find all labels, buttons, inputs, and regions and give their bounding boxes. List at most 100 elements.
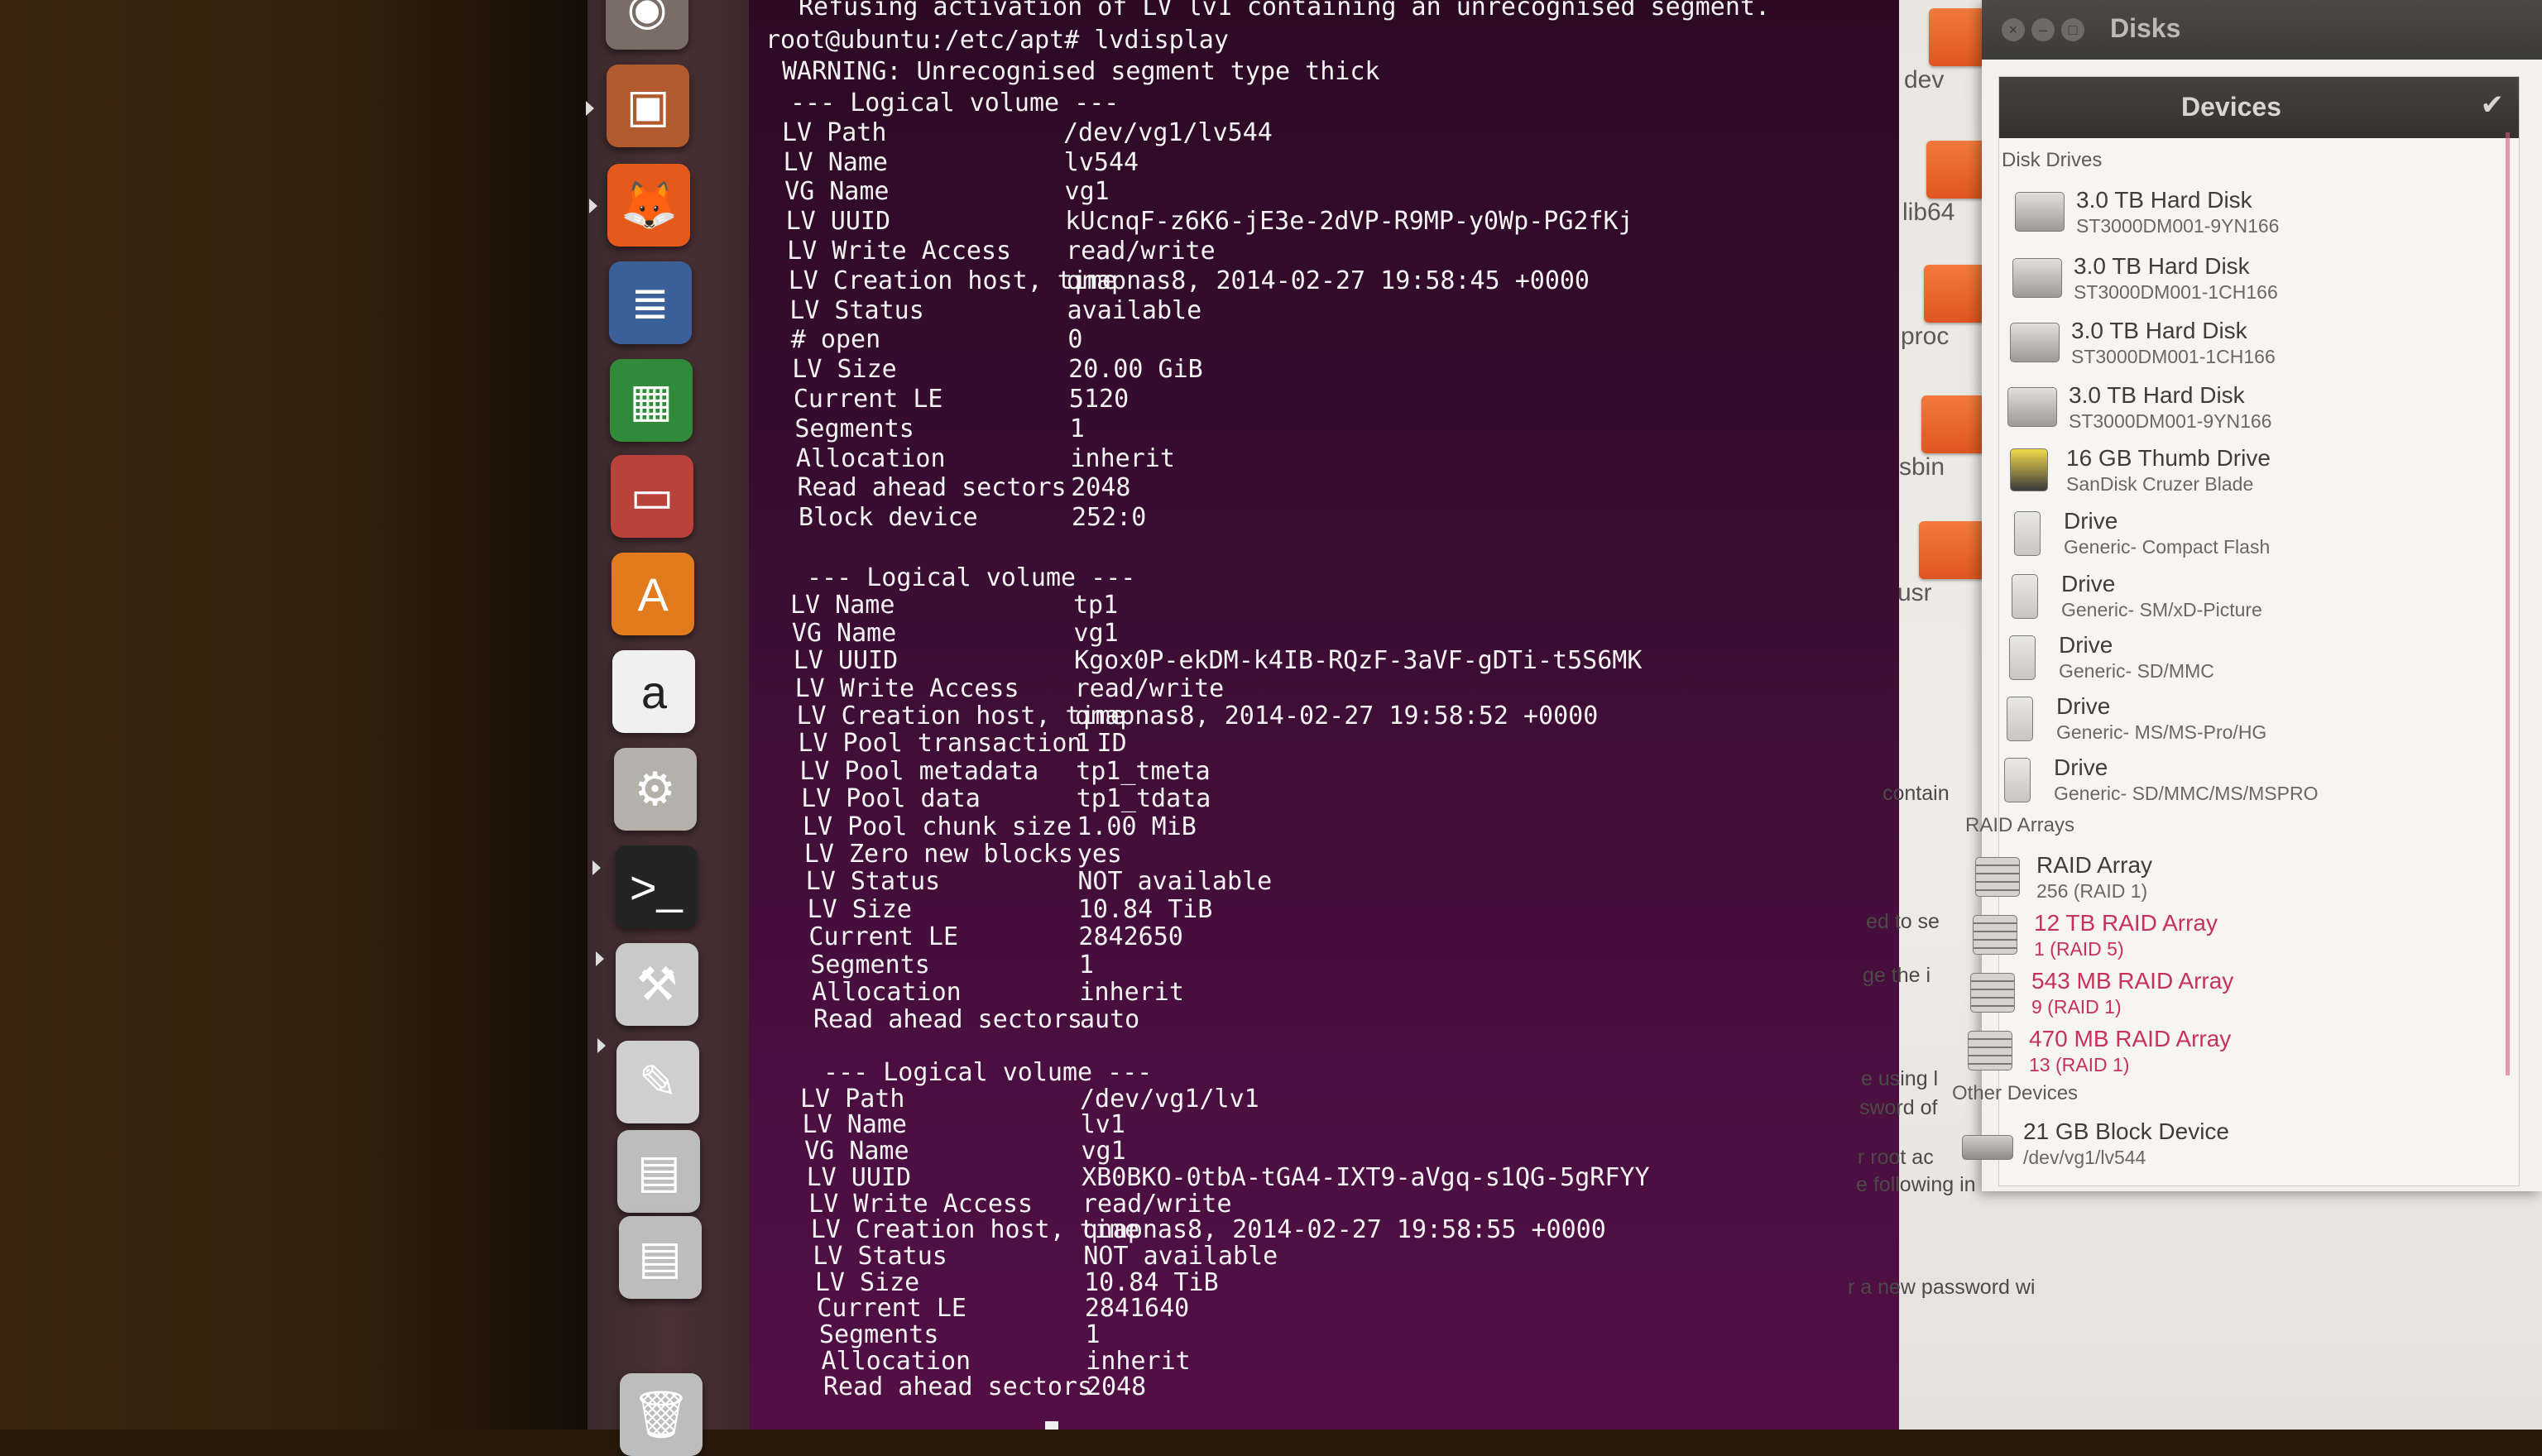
impress-icon[interactable]: ▭ [611,455,693,538]
field-label: Segments [794,414,914,443]
field-label: Allocation [795,443,946,473]
terminal-window[interactable]: Refusing activation of LV lv1 containing… [749,0,1899,1430]
terminal-prompt: root@ubuntu:/etc/apt# lvdisplay [765,26,1229,55]
selection-edge [2506,132,2510,1075]
device-item[interactable]: RAID Array 256 (RAID 1) [1975,852,2339,907]
field-value: vg1 [1073,618,1119,648]
usb-drive-icon [2009,635,2036,680]
field-value: 252:0 [1072,503,1147,533]
device-item[interactable]: 470 MB RAID Array 13 (RAID 1) [1968,1026,2332,1080]
device-subtitle: Generic- SM/xD-Picture [2061,599,2262,620]
field-label: LV UUID [793,646,899,676]
field-label: LV Size [814,1267,920,1297]
background-text-fragment: ed to se [1866,910,1940,933]
device-item[interactable]: 543 MB RAID Array 9 (RAID 1) [1970,968,2334,1023]
device-title: 3.0 TB Hard Disk [2071,318,2247,343]
field-value: 1 [1075,729,1091,759]
unity-launcher: ◉ ▣ 🦊 ≣ ▦ ▭ Aa ⚙ >_ ⚒ ✎ ▤ ▤ 🗑 [586,0,751,1456]
field-value: 10.84 TiB [1077,894,1213,924]
files-icon[interactable]: ▣ [607,65,690,147]
desk-background [0,0,596,1430]
terminal-icon[interactable]: >_ [614,845,698,928]
folder-label: proc [1901,323,1950,350]
drive-icon-1[interactable]: ▤ [617,1130,701,1213]
trash-icon[interactable]: 🗑 [619,1373,703,1456]
field-value: 2048 [1071,473,1131,503]
field-label: LV Name [802,1110,907,1140]
device-item[interactable]: 3.0 TB Hard Disk ST3000DM001-9YN166 [2007,382,2372,437]
field-value: tp1_tdata [1076,784,1211,814]
field-value: 1 [1069,414,1085,443]
field-value: qnapnas8, 2014-02-27 19:58:52 +0000 [1075,702,1599,730]
device-title: 21 GB Block Device [2023,1118,2229,1144]
system-settings-icon[interactable]: ⚙ [613,748,697,831]
devices-header: Devices ✔ [1999,77,2519,138]
field-label: Current LE [808,922,959,952]
device-item[interactable]: 16 GB Thumb Drive SanDisk Cruzer Blade [2005,445,2369,500]
background-text-fragment: contain [1883,782,1950,805]
background-text-fragment: r a new password wi [1848,1276,2036,1299]
usb-drive-icon [2004,758,2031,802]
hard-disk-icon [2015,192,2065,232]
field-value: auto [1080,1005,1140,1035]
check-icon[interactable]: ✔ [2481,89,2505,122]
field-label: LV Pool metadata [799,756,1039,786]
device-title: 470 MB RAID Array [2029,1026,2232,1051]
close-window-icon[interactable]: × [2002,18,2025,41]
device-subtitle: ST3000DM001-9YN166 [2076,215,2280,237]
field-label: LV Write Access [794,673,1019,703]
block-device-icon [1962,1135,2013,1160]
amazon-icon[interactable]: a [612,650,696,733]
field-value: available [1067,295,1202,325]
drive-icon-2[interactable]: ▤ [618,1216,702,1299]
volume-heading: --- Logical volume --- [823,1058,1153,1087]
disks-window[interactable]: × – □ Disks Devices ✔ Disk Drives 3.0 TB … [1952,0,2542,1191]
device-item[interactable]: Drive Generic- SD/MMC/MS/MSPRO [1993,754,2357,809]
device-item[interactable]: Drive Generic- SM/xD-Picture [2000,571,2364,625]
field-value: qnapnas8, 2014-02-27 19:58:55 +0000 [1082,1215,1606,1245]
field-value: inherit [1070,443,1175,473]
terminal-header-line: Refusing activation of LV lv1 containing… [799,0,1770,22]
field-value: yes [1077,840,1122,869]
field-label: LV UUID [785,207,891,237]
field-label: VG Name [784,177,890,207]
device-item[interactable]: Drive Generic- MS/MS-Pro/HG [1995,693,2359,748]
device-item[interactable]: 3.0 TB Hard Disk ST3000DM001-1CH166 [2012,253,2377,308]
disks-utility-icon[interactable]: ⚒ [616,943,698,1026]
firefox-icon[interactable]: 🦊 [607,164,691,247]
field-label: Read ahead sectors [797,473,1067,503]
raid-array-icon [1973,915,2017,955]
calc-icon[interactable]: ▦ [609,359,693,442]
device-item[interactable]: Drive Generic- Compact Flash [2002,508,2367,563]
device-item[interactable]: 3.0 TB Hard Disk ST3000DM001-9YN166 [2015,187,2379,242]
hard-disk-icon [2010,323,2060,362]
field-value: 20.00 GiB [1068,355,1203,385]
device-item[interactable]: 3.0 TB Hard Disk ST3000DM001-1CH166 [2010,318,2374,372]
device-title: Drive [2054,754,2108,780]
volume-heading: --- Logical volume --- [807,563,1136,592]
device-subtitle: 256 (RAID 1) [2036,880,2148,902]
field-label: LV Write Access [787,237,1012,266]
background-text-fragment: sword of [1859,1096,1938,1119]
usb-drive-icon [2007,697,2033,741]
field-label: LV Name [783,147,888,177]
terminal-cursor [1045,1421,1058,1430]
field-label: Current LE [793,385,943,414]
software-center-icon[interactable]: A [612,553,695,635]
device-item[interactable]: Drive Generic- SD/MMC [1998,632,2362,687]
device-title: 543 MB RAID Array [2031,968,2234,994]
field-value: NOT available [1077,867,1273,897]
dash-home-icon[interactable]: ◉ [606,0,688,50]
field-label: LV Size [807,894,912,924]
writer-icon[interactable]: ≣ [608,261,692,344]
device-subtitle: Generic- MS/MS-Pro/HG [2056,721,2267,743]
maximize-window-icon[interactable]: □ [2061,18,2084,41]
field-label: # open [790,325,881,355]
device-item[interactable]: 12 TB RAID Array 1 (RAID 5) [1973,910,2337,965]
text-editor-icon[interactable]: ✎ [616,1041,700,1123]
minimize-window-icon[interactable]: – [2031,18,2055,41]
terminal-warning: WARNING: Unrecognised segment type thick [782,57,1380,86]
device-subtitle: ST3000DM001-9YN166 [2069,410,2272,432]
device-item[interactable]: 21 GB Block Device/dev/vg1/lv544 [1962,1118,2326,1173]
field-value: lv1 [1080,1110,1125,1140]
